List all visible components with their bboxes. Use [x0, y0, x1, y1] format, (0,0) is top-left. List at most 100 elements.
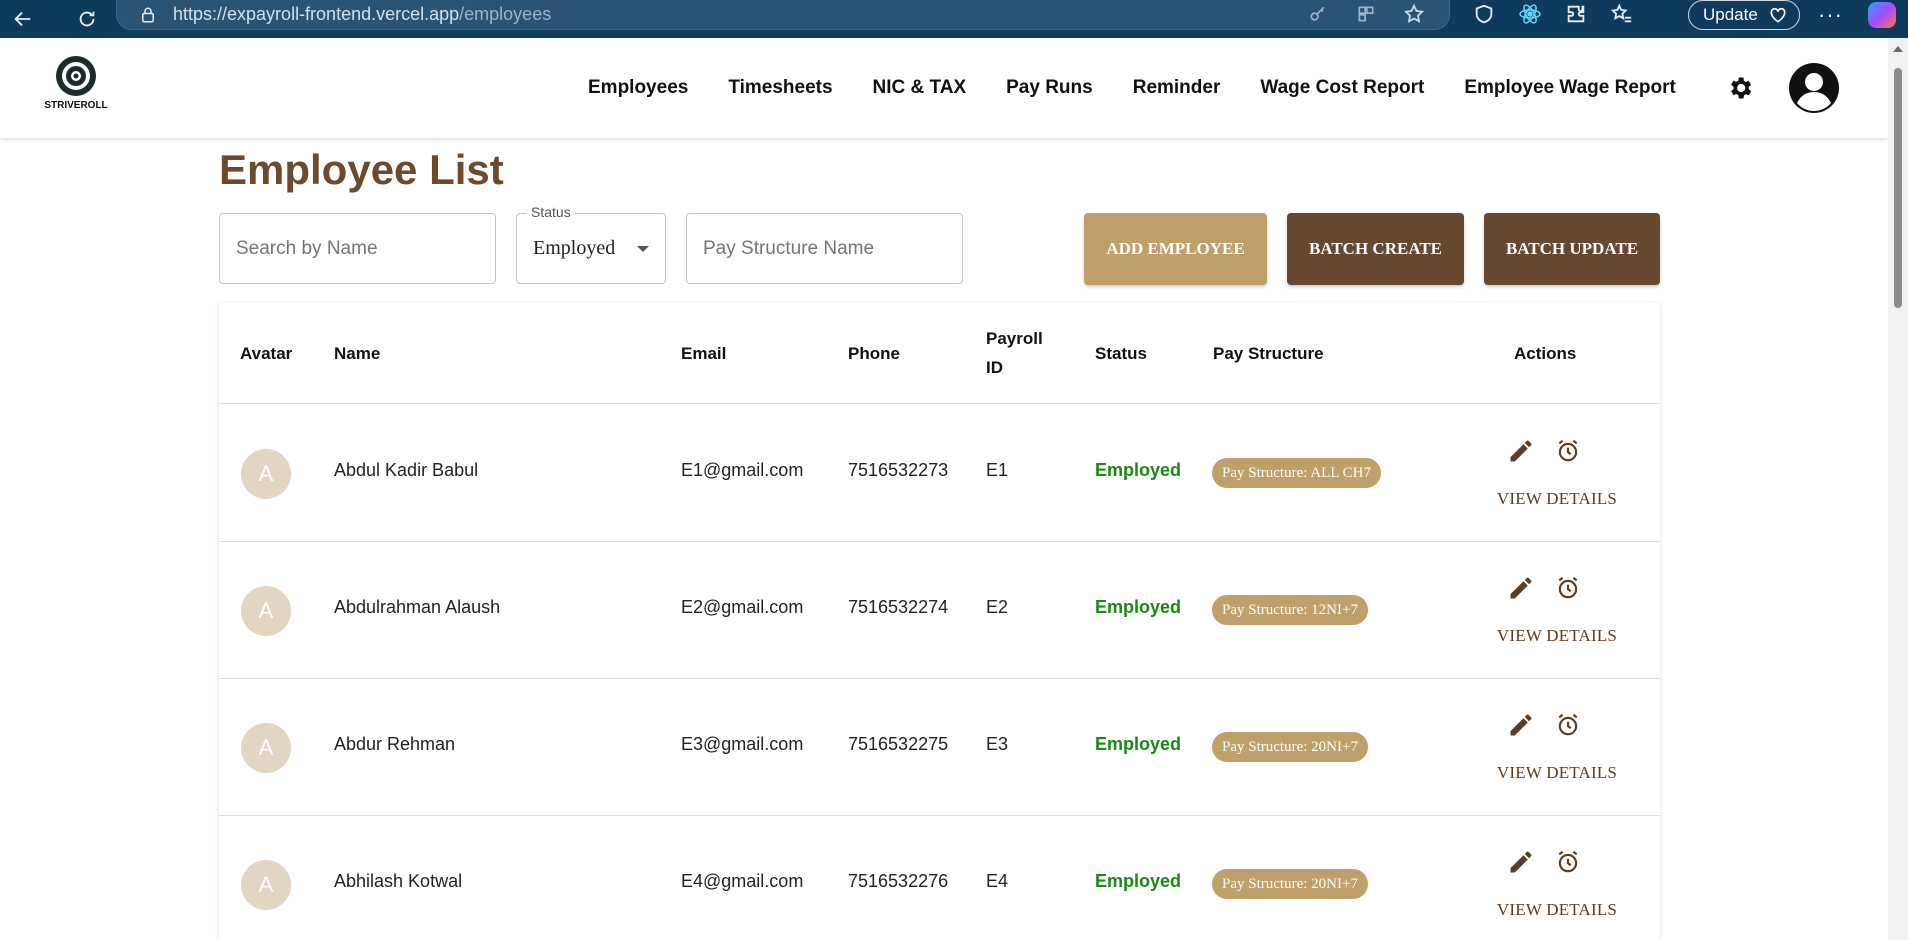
employee-phone: 7516532276 [848, 871, 949, 891]
employee-payroll-id: E3 [986, 734, 1009, 754]
alarm-clock-icon[interactable] [1555, 712, 1581, 738]
copilot-icon[interactable] [1868, 2, 1896, 28]
view-details-link[interactable]: VIEW DETAILS [1482, 489, 1632, 509]
status-value: Employed [533, 237, 616, 259]
edit-pencil-icon[interactable] [1507, 437, 1535, 465]
page-title: Employee List [219, 146, 504, 193]
search-input[interactable] [220, 237, 495, 260]
avatar: A [241, 860, 291, 910]
alarm-clock-icon[interactable] [1555, 849, 1581, 875]
account-avatar-icon[interactable] [1788, 62, 1840, 114]
scrollbar-thumb[interactable] [1894, 68, 1902, 308]
browser-update-button[interactable]: Update [1688, 0, 1800, 30]
scroll-up-arrow-icon[interactable] [1893, 46, 1903, 52]
employee-email: E1@gmail.com [681, 460, 804, 480]
shield-extension-icon[interactable] [1472, 2, 1496, 26]
chevron-down-icon [637, 246, 649, 252]
more-options-icon[interactable]: ··· [1818, 2, 1843, 28]
extensions-puzzle-icon[interactable] [1564, 2, 1588, 26]
nav-employee-wage-report[interactable]: Employee Wage Report [1464, 77, 1676, 99]
edit-pencil-icon[interactable] [1507, 711, 1535, 739]
browser-toolbar: https://expayroll-frontend.vercel.app/em… [0, 0, 1908, 38]
view-details-link[interactable]: VIEW DETAILS [1482, 900, 1632, 920]
status-badge: Employed [1095, 871, 1182, 891]
table-header: Avatar Name Email Phone Payroll ID Status… [219, 303, 1660, 404]
employee-payroll-id: E4 [986, 871, 1009, 891]
employee-name: Abhilash Kotwal [334, 871, 463, 891]
back-arrow-icon[interactable] [8, 4, 38, 34]
vertical-scrollbar[interactable] [1888, 38, 1908, 940]
pay-structure-input[interactable] [687, 237, 962, 260]
view-details-link[interactable]: VIEW DETAILS [1482, 626, 1632, 646]
status-badge: Employed [1095, 460, 1182, 480]
settings-gear-icon[interactable] [1726, 74, 1754, 102]
batch-create-button[interactable]: BATCH CREATE [1287, 213, 1464, 285]
app-header: STRIVEROLL Employees Timesheets NIC & TA… [0, 38, 1888, 138]
status-badge: Employed [1095, 734, 1182, 754]
pay-structure-chip: Pay Structure: 20NI+7 [1212, 869, 1368, 899]
nav-nic-tax[interactable]: NIC & TAX [873, 77, 967, 99]
header-payroll-id: Payroll ID [986, 329, 1043, 377]
nav-wage-cost-report[interactable]: Wage Cost Report [1260, 77, 1424, 99]
search-field[interactable] [219, 213, 496, 284]
add-employee-button[interactable]: ADD EMPLOYEE [1084, 213, 1267, 285]
edit-pencil-icon[interactable] [1507, 848, 1535, 876]
table-row: A Abdulrahman Alaush E2@gmail.com 751653… [219, 542, 1660, 679]
header-actions: Actions [1514, 344, 1577, 363]
alarm-clock-icon[interactable] [1555, 575, 1581, 601]
header-avatar: Avatar [240, 344, 293, 363]
view-details-link[interactable]: VIEW DETAILS [1482, 763, 1632, 783]
pay-structure-chip: Pay Structure: ALL CH7 [1212, 458, 1382, 488]
address-bar[interactable]: https://expayroll-frontend.vercel.app/em… [116, 0, 1450, 30]
employee-phone: 7516532273 [848, 460, 949, 480]
employee-payroll-id: E2 [986, 597, 1009, 617]
react-devtools-icon[interactable] [1518, 2, 1542, 26]
employee-phone: 7516532275 [848, 734, 949, 754]
employee-table: Avatar Name Email Phone Payroll ID Status… [219, 303, 1660, 940]
nav-timesheets[interactable]: Timesheets [728, 77, 832, 99]
pay-structure-field[interactable] [686, 213, 963, 284]
employee-email: E4@gmail.com [681, 871, 804, 891]
header-email: Email [681, 344, 727, 363]
lock-icon [139, 6, 157, 24]
main-nav: Employees Timesheets NIC & TAX Pay Runs … [588, 38, 1676, 138]
employee-name: Abdul Kadir Babul [334, 460, 479, 480]
table-row: A Abdul Kadir Babul E1@gmail.com 7516532… [219, 405, 1660, 542]
employee-payroll-id: E1 [986, 460, 1009, 480]
employee-email: E2@gmail.com [681, 597, 804, 617]
nav-employees[interactable]: Employees [588, 77, 688, 99]
status-select[interactable]: Status Employed [516, 204, 666, 284]
employee-name: Abdulrahman Alaush [334, 597, 501, 617]
apps-icon[interactable] [1355, 3, 1377, 25]
pay-structure-chip: Pay Structure: 20NI+7 [1212, 732, 1368, 762]
key-icon[interactable] [1307, 3, 1329, 25]
avatar: A [241, 723, 291, 773]
edit-pencil-icon[interactable] [1507, 574, 1535, 602]
status-label: Status [527, 204, 575, 220]
striveroll-logo[interactable]: STRIVEROLL [40, 54, 112, 118]
table-row: A Abhilash Kotwal E4@gmail.com 751653227… [219, 816, 1660, 940]
favorites-list-icon[interactable] [1610, 2, 1634, 26]
heartbeat-icon [1770, 7, 1786, 23]
employee-email: E3@gmail.com [681, 734, 804, 754]
employee-phone: 7516532274 [848, 597, 949, 617]
employee-name: Abdur Rehman [334, 734, 456, 754]
nav-reminder[interactable]: Reminder [1133, 77, 1221, 99]
pay-structure-chip: Pay Structure: 12NI+7 [1212, 595, 1368, 625]
header-pay-structure: Pay Structure [1213, 344, 1324, 363]
url-text: https://expayroll-frontend.vercel.app/em… [173, 4, 552, 24]
avatar: A [241, 586, 291, 636]
logo-target-icon [56, 56, 96, 96]
table-row: A Abdur Rehman E3@gmail.com 7516532275 E… [219, 679, 1660, 816]
batch-update-button[interactable]: BATCH UPDATE [1484, 213, 1660, 285]
avatar: A [241, 449, 291, 499]
status-badge: Employed [1095, 597, 1182, 617]
refresh-icon[interactable] [72, 4, 102, 34]
favorite-star-icon[interactable] [1403, 3, 1425, 25]
header-phone: Phone [848, 344, 900, 363]
header-name: Name [334, 344, 381, 363]
header-status: Status [1095, 344, 1147, 363]
logo-text: STRIVEROLL [44, 100, 108, 111]
alarm-clock-icon[interactable] [1555, 438, 1581, 464]
nav-pay-runs[interactable]: Pay Runs [1006, 77, 1093, 99]
